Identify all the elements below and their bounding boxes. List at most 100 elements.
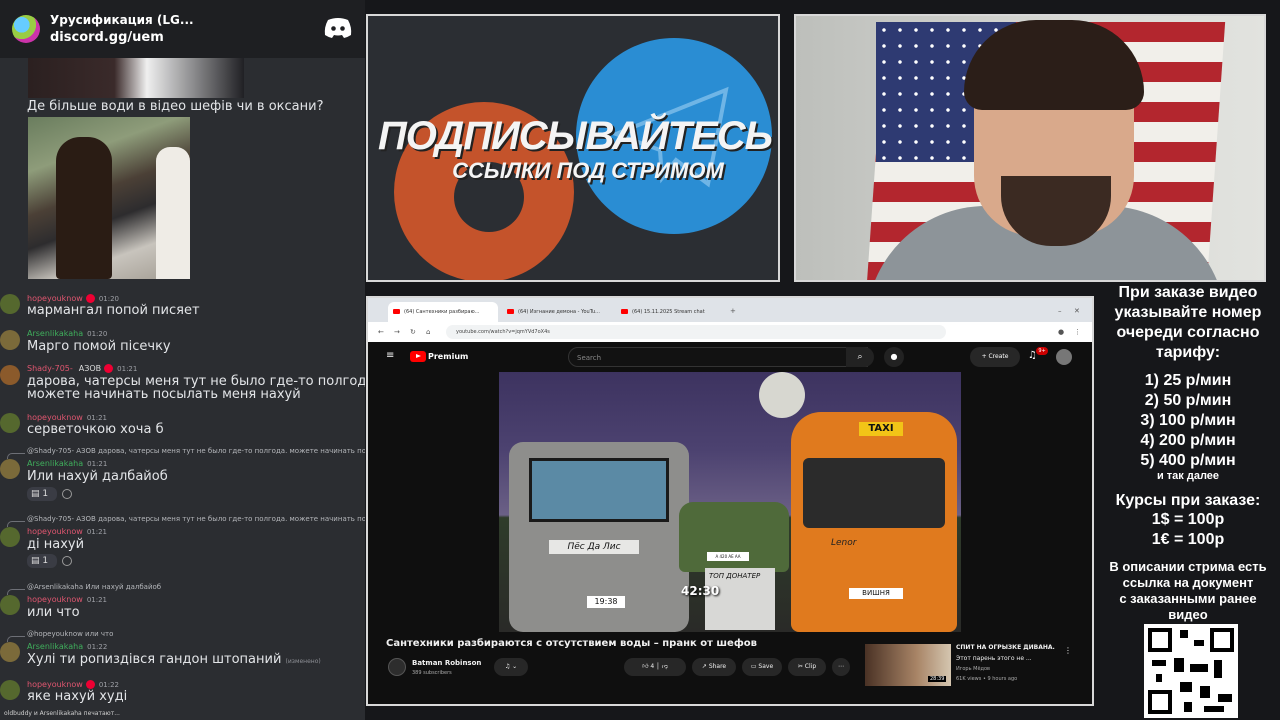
- subscriber-count: 389 subscribers: [412, 670, 452, 676]
- video-player[interactable]: Пёс Да Лис 19:38 А 420 АЕ AA TAXI Lenor …: [499, 372, 961, 632]
- timestamp: 01:22: [98, 681, 119, 689]
- profile-icon[interactable]: ●: [1058, 328, 1066, 336]
- search-icon[interactable]: ⌕: [846, 347, 874, 367]
- home-icon[interactable]: ⌂: [426, 328, 434, 336]
- taxi-van: TAXI Lenor ВИШНЯ: [791, 412, 957, 632]
- browser-tab[interactable]: (64) Изгнание демона - YouTu...: [502, 302, 612, 322]
- username[interactable]: Arsenlikakaha 01:21: [27, 459, 107, 468]
- chat-image-attachment[interactable]: [28, 117, 190, 279]
- timestamp: 01:21: [86, 528, 107, 536]
- timestamp: 01:20: [98, 295, 119, 303]
- recommended-title-line2[interactable]: Этот парень этого не ...: [956, 655, 1032, 662]
- discord-chat-panel: Урусификация (LG... discord.gg/uem Де бі…: [0, 0, 365, 720]
- reply-preview[interactable]: @Arsenlikakaha Или нахуй далбайоб: [27, 583, 161, 591]
- youtube-brand[interactable]: Premium: [428, 352, 468, 361]
- username[interactable]: Arsenlikakaha 01:20: [27, 329, 107, 338]
- save-button[interactable]: ▭ Save: [742, 658, 782, 676]
- taxi-sign: TAXI: [859, 422, 903, 436]
- username[interactable]: hopeyouknow 01:21: [27, 413, 107, 422]
- badge-icon: [85, 680, 95, 689]
- back-icon[interactable]: ←: [378, 328, 386, 336]
- chat-message-text: Де більше води в відео шефів чи в оксани…: [27, 99, 324, 114]
- add-reaction-icon[interactable]: [62, 556, 72, 566]
- menu-icon[interactable]: ⋮: [1074, 328, 1082, 336]
- share-button[interactable]: ↗ Share: [692, 658, 736, 676]
- user-avatar[interactable]: [0, 680, 20, 700]
- mic-icon[interactable]: ●: [884, 347, 904, 367]
- tab-title: (64) Сантехники разбираю...: [404, 309, 480, 315]
- badge-icon: [104, 364, 114, 373]
- subscribe-bell-button[interactable]: ♫ ⌄: [494, 658, 528, 676]
- banner-subtitle: ССЫЛКИ ПОД СТРИМОМ: [452, 158, 724, 183]
- like-dislike-button[interactable]: 👍︎ 4 │ 👎︎: [624, 658, 686, 676]
- reaction-button[interactable]: ▤ 1: [27, 487, 57, 501]
- qr-code: [1144, 624, 1238, 718]
- reply-preview[interactable]: @Shady-705- АЗОВ дарова, чатерсы меня ту…: [27, 447, 365, 455]
- channel-avatar[interactable]: [388, 658, 406, 676]
- username-text: hopeyouknow: [27, 527, 83, 536]
- user-avatar[interactable]: [0, 642, 20, 662]
- message-text: можете начинать посылать меня нахуй: [27, 387, 301, 402]
- info-line: видео: [1168, 607, 1208, 622]
- browser-tab[interactable]: (64) Сантехники разбираю...: [388, 302, 498, 322]
- info-line: указывайте номер: [1114, 304, 1262, 321]
- channel-name[interactable]: Batman Robinson: [412, 659, 481, 667]
- message-text: яке нахуй худі: [27, 689, 128, 704]
- recommended-channel[interactable]: Игорь Мёдов: [956, 666, 990, 672]
- message-text: Или нахуй далбайоб: [27, 469, 168, 484]
- reload-icon[interactable]: ↻: [410, 328, 418, 336]
- reply-preview[interactable]: @Shady-705- АЗОВ дарова, чатерсы меня ту…: [27, 515, 365, 523]
- user-avatar[interactable]: [0, 595, 20, 615]
- username[interactable]: Arsenlikakaha 01:22: [27, 642, 107, 651]
- recommended-meta: 61K views • 9 hours ago: [956, 676, 1018, 682]
- clip-button[interactable]: ✂ Clip: [788, 658, 826, 676]
- youtube-favicon-icon: [507, 309, 514, 314]
- new-tab-icon[interactable]: +: [730, 307, 738, 315]
- browser-tab[interactable]: (64) 15.11.2025 Stream chat: [616, 302, 726, 322]
- username-text: Arsenlikakaha: [27, 642, 84, 651]
- url-bar[interactable]: youtube.com/watch?v=jqmYVd7oX4s: [446, 325, 946, 339]
- minimize-icon[interactable]: –: [1058, 307, 1066, 315]
- create-button[interactable]: + Create: [970, 347, 1020, 367]
- user-avatar[interactable]: [0, 527, 20, 547]
- reaction-button[interactable]: ▤ 1: [27, 554, 57, 568]
- niva-car: А 420 АЕ AA: [679, 502, 789, 572]
- username[interactable]: Shady-705- АЗОВ 01:21: [27, 364, 137, 373]
- info-line: В описании стрима есть: [1109, 559, 1267, 574]
- username[interactable]: hopeyouknow 01:22: [27, 680, 119, 689]
- timestamp: 01:20: [87, 330, 108, 338]
- hamburger-icon[interactable]: ≡: [386, 351, 396, 361]
- username[interactable]: hopeyouknow 01:21: [27, 595, 107, 604]
- account-avatar[interactable]: [1056, 349, 1072, 365]
- more-options-icon[interactable]: ⋮: [1064, 646, 1072, 655]
- username-text: Arsenlikakaha: [27, 329, 84, 338]
- user-avatar[interactable]: [0, 459, 20, 479]
- youtube-logo-icon[interactable]: [410, 351, 426, 362]
- forward-icon[interactable]: →: [394, 328, 402, 336]
- reply-preview[interactable]: @hopeyouknow или что: [27, 630, 113, 638]
- timestamp: 01:21: [87, 460, 108, 468]
- info-line: и так далее: [1156, 470, 1220, 482]
- user-avatar[interactable]: [0, 294, 20, 314]
- chat-image-attachment[interactable]: [28, 58, 244, 98]
- banner-title: ПОДПИСЫВАЙТЕСЬ: [377, 114, 773, 158]
- username[interactable]: hopeyouknow 01:21: [27, 527, 107, 536]
- rates-title: Курсы при заказе:: [1115, 492, 1261, 509]
- search-input[interactable]: Search: [568, 347, 868, 367]
- user-avatar[interactable]: [0, 365, 20, 385]
- reaction-count: 1: [42, 556, 49, 566]
- webcam-feed: [794, 14, 1266, 282]
- tank-sign: Пёс Да Лис: [549, 540, 639, 554]
- user-avatar[interactable]: [0, 330, 20, 350]
- recommended-title[interactable]: СПИТ НА ОГРЫЗКЕ ДИВАНА.: [956, 644, 1055, 651]
- username[interactable]: hopeyouknow 01:20: [27, 294, 119, 303]
- info-line: с заказанными ранее: [1119, 591, 1257, 606]
- typing-indicator: oldbuddy и Arsenlikakaha печатают...: [4, 710, 120, 717]
- user-avatar[interactable]: [0, 413, 20, 433]
- username-text: hopeyouknow: [27, 595, 83, 604]
- more-actions-button[interactable]: ⋯: [832, 658, 850, 676]
- close-window-icon[interactable]: ✕: [1074, 307, 1082, 315]
- info-line: При заказе видео: [1118, 284, 1258, 301]
- tariff-line: 2) 50 р/мин: [1144, 392, 1232, 409]
- add-reaction-icon[interactable]: [62, 489, 72, 499]
